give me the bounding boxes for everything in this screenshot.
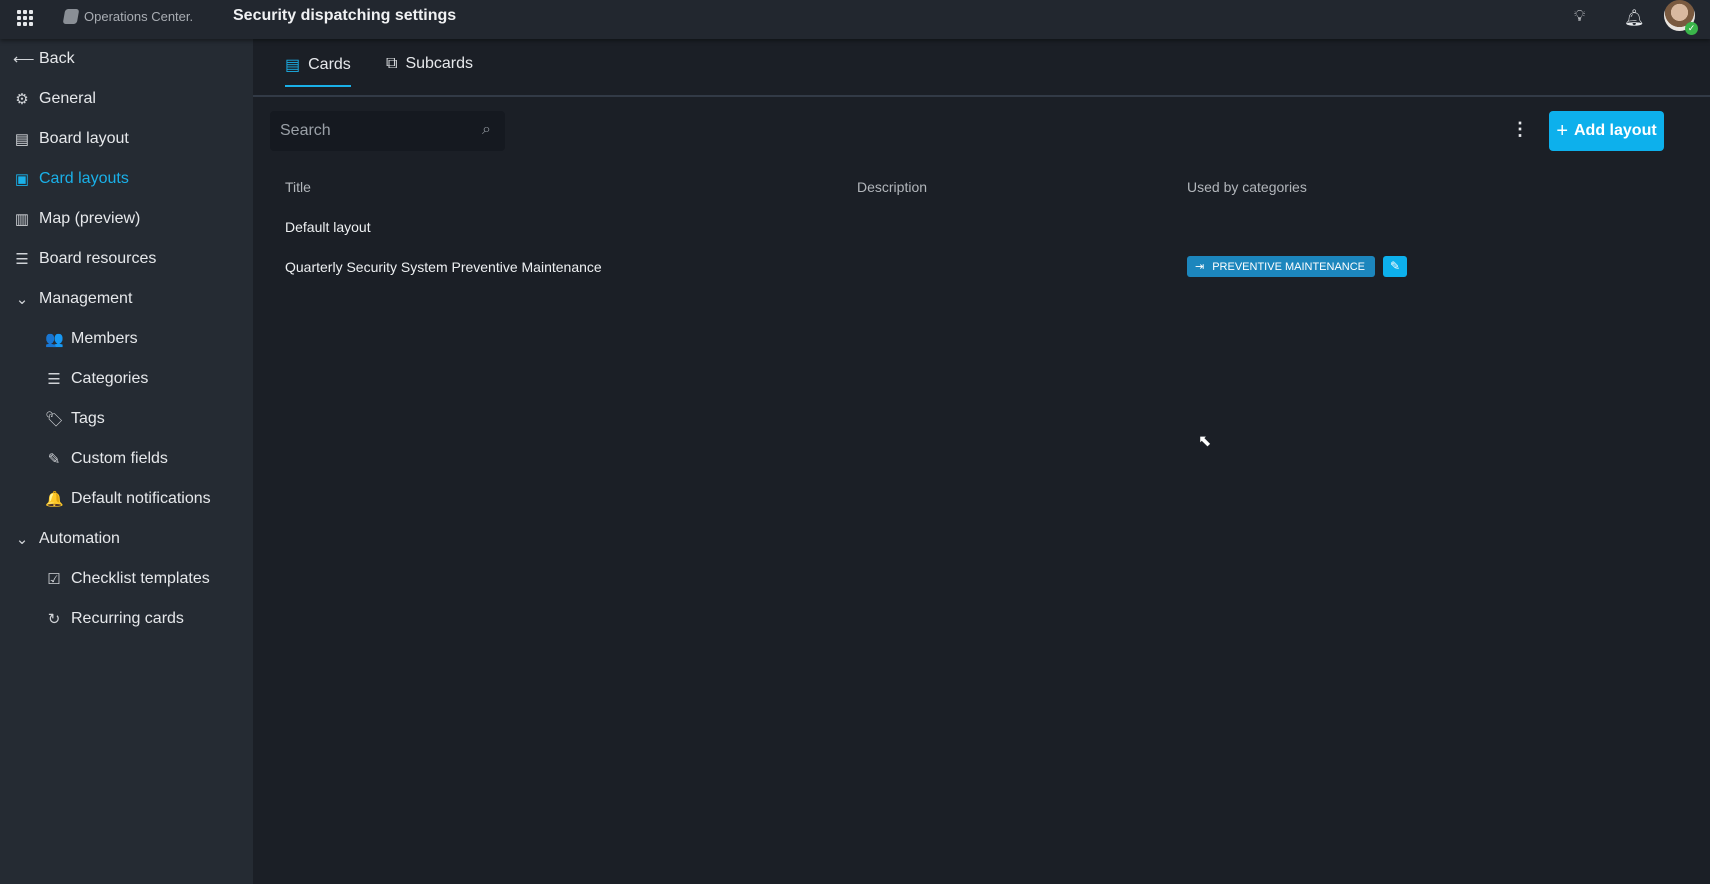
- chevron-down-icon: ⌄: [15, 291, 29, 308]
- list-icon: ☰: [47, 371, 61, 388]
- lightbulb-icon[interactable]: 💡︎: [1574, 8, 1585, 26]
- search-input[interactable]: Search ⌕: [270, 111, 505, 151]
- divider: [253, 95, 1710, 97]
- table-row-title[interactable]: Quarterly Security System Preventive Mai…: [285, 259, 602, 275]
- sidebar-item-label: General: [39, 90, 96, 107]
- sidebar-item-board-layout[interactable]: ▤ Board layout: [13, 127, 129, 151]
- sidebar-item-recurring-cards[interactable]: ↻ Recurring cards: [45, 607, 184, 631]
- sidebar-item-label: Back: [39, 50, 75, 67]
- plus-icon: +: [1556, 119, 1568, 142]
- category-label: PREVENTIVE MAINTENANCE: [1212, 260, 1366, 273]
- sidebar-item-board-resources[interactable]: ☰ Board resources: [13, 247, 156, 271]
- top-bar: Operations Center. Security dispatching …: [0, 0, 1710, 39]
- gear-icon: ⚙: [15, 91, 29, 108]
- tab-label: Subcards: [405, 55, 474, 72]
- bell-icon: 🔔: [45, 491, 64, 508]
- sidebar-item-label: Management: [39, 290, 133, 307]
- mouse-cursor-icon: ⬉: [1198, 433, 1212, 450]
- column-header-description[interactable]: Description: [857, 179, 927, 195]
- search-icon: ⌕: [482, 121, 491, 138]
- sidebar-item-label: Custom fields: [71, 450, 168, 467]
- users-icon: 👥: [45, 331, 64, 348]
- logo-icon: [62, 9, 80, 24]
- table-row-title[interactable]: Default layout: [285, 219, 371, 235]
- page-title: Security dispatching settings: [233, 7, 457, 24]
- sidebar-item-members[interactable]: 👥 Members: [45, 327, 138, 351]
- sidebar-item-default-notifications[interactable]: 🔔 Default notifications: [45, 487, 211, 511]
- sidebar-item-categories[interactable]: ☰ Categories: [45, 367, 148, 391]
- arrow-left-icon: ⟵: [13, 51, 35, 68]
- card-layout-icon: ▣: [14, 171, 30, 188]
- sidebar-item-management[interactable]: ⌄ Management: [13, 287, 133, 311]
- add-layout-label: Add layout: [1574, 122, 1657, 139]
- app-name: Operations Center.: [84, 9, 194, 24]
- online-check-icon: ✓: [1685, 22, 1698, 35]
- map-icon: ▥: [14, 211, 30, 228]
- avatar[interactable]: ✓: [1664, 0, 1698, 35]
- sidebar-item-card-layouts[interactable]: ▣ Card layouts: [13, 167, 129, 191]
- more-options-icon[interactable]: ⋮: [1511, 119, 1529, 140]
- sidebar-item-tags[interactable]: 🏷 Tags: [45, 407, 105, 431]
- link-icon: ⇥: [1195, 261, 1205, 273]
- sidebar-item-label: Board layout: [39, 130, 129, 147]
- sidebar-item-map-preview[interactable]: ▥ Map (preview): [13, 207, 140, 231]
- sidebar-item-label: Automation: [39, 530, 120, 547]
- sidebar-item-automation[interactable]: ⌄ Automation: [13, 527, 120, 551]
- sidebar-item-label: Default notifications: [71, 490, 211, 507]
- tab-subcards[interactable]: ⧉ Subcards: [386, 55, 473, 83]
- edit-icon: ✎: [1389, 259, 1401, 273]
- edit-categories-button[interactable]: ✎: [1383, 256, 1407, 277]
- column-header-title[interactable]: Title: [285, 179, 311, 195]
- checklist-icon: ☑: [47, 571, 61, 588]
- subcard-icon: ⧉: [386, 55, 398, 72]
- edit-icon: ✎: [47, 451, 61, 468]
- sidebar-item-label: Checklist templates: [71, 570, 210, 587]
- card-icon: ▤: [285, 57, 301, 74]
- sidebar-item-label: Recurring cards: [71, 610, 184, 627]
- filter-list-icon: ☰: [15, 251, 29, 268]
- app-logo[interactable]: Operations Center.: [62, 9, 194, 24]
- refresh-icon: ↻: [47, 611, 61, 628]
- main-content: ▤ Cards ⧉ Subcards Search ⌕ ⋮ + Add layout T…: [253, 39, 1710, 884]
- app-grid-icon[interactable]: [17, 10, 33, 26]
- sidebar: ⟵ Back ⚙ General ▤ Board layout ▣ Card layouts ▥…: [0, 39, 253, 884]
- sidebar-item-label: Members: [71, 330, 138, 347]
- sidebar-item-label: Tags: [71, 410, 105, 427]
- category-badge[interactable]: ⇥ PREVENTIVE MAINTENANCE: [1187, 256, 1375, 277]
- add-layout-button[interactable]: + Add layout: [1549, 111, 1664, 151]
- sidebar-item-label: Card layouts: [39, 170, 129, 187]
- sidebar-item-checklist-templates[interactable]: ☑ Checklist templates: [45, 567, 210, 591]
- tab-label: Cards: [308, 56, 351, 73]
- sidebar-item-label: Board resources: [39, 250, 157, 267]
- tags-icon: 🏷: [45, 411, 65, 428]
- sidebar-item-label: Categories: [71, 370, 149, 387]
- column-header-categories[interactable]: Used by categories: [1187, 179, 1307, 195]
- board-layout-icon: ▤: [14, 131, 30, 148]
- tab-cards[interactable]: ▤ Cards: [285, 55, 351, 87]
- bell-icon[interactable]: 🔔︎: [1624, 8, 1644, 28]
- sidebar-item-custom-fields[interactable]: ✎ Custom fields: [45, 447, 168, 471]
- sidebar-item-back[interactable]: ⟵ Back: [13, 47, 75, 71]
- sidebar-item-general[interactable]: ⚙ General: [13, 87, 96, 111]
- sidebar-item-label: Map (preview): [39, 210, 141, 227]
- search-placeholder: Search: [280, 122, 331, 139]
- chevron-down-icon: ⌄: [15, 531, 29, 548]
